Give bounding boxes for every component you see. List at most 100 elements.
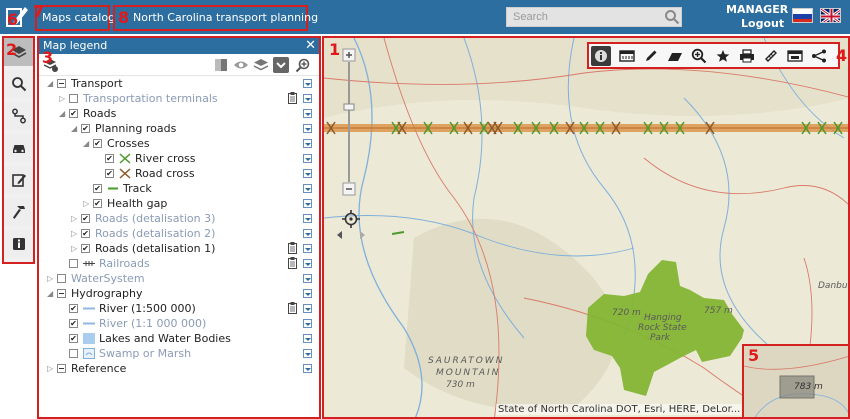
export-tool-button[interactable] [785,46,805,66]
collapse-arrow-icon[interactable]: ◢ [83,136,91,151]
legend-row[interactable]: ▷ ✔ Roads (detalisation 2) [39,226,319,241]
layer-checkbox[interactable]: ✔ [93,139,102,148]
layer-menu-icon[interactable] [303,124,312,133]
expand-arrow-icon[interactable]: ▷ [71,241,79,256]
legend-row[interactable]: ✔ Lakes and Water Bodies [39,331,319,346]
layers-filter-icon[interactable] [253,57,269,73]
legend-row[interactable]: Swamp or Marsh [39,346,319,361]
zoom-tool-button[interactable] [689,46,709,66]
search-input[interactable] [506,7,682,27]
expand-arrow-icon[interactable]: ▷ [47,361,55,376]
layer-menu-icon[interactable] [303,169,312,178]
pan-arrows-icon[interactable] [336,230,366,240]
legend-row[interactable]: ✔ River cross [39,151,319,166]
layer-checkbox[interactable]: ✔ [69,334,78,343]
legend-row[interactable]: ◢ ✔ Crosses [39,136,319,151]
layer-checkbox[interactable] [57,364,66,373]
legend-row[interactable]: ▷ ✔ Health gap [39,196,319,211]
layer-checkbox[interactable] [57,79,66,88]
clipboard-icon[interactable] [288,257,297,269]
pencil-tool-button[interactable] [641,46,661,66]
eraser-tool-button[interactable] [665,46,685,66]
legend-row[interactable]: ✔ Road cross [39,166,319,181]
search-icon[interactable] [664,9,680,25]
layer-menu-icon[interactable] [303,109,312,118]
info-tool-button[interactable] [591,46,611,66]
legend-row[interactable]: ✔ River (1:1 000 000) [39,316,319,331]
layer-checkbox[interactable]: ✔ [69,304,78,313]
layer-menu-icon[interactable] [303,214,312,223]
zoom-slider[interactable] [342,48,356,196]
expand-arrow-icon[interactable]: ▷ [71,226,79,241]
legend-row[interactable]: ▷ Transportation terminals [39,91,319,106]
expand-arrow-icon[interactable]: ▷ [83,196,91,211]
vehicle-button[interactable] [4,134,33,162]
layer-checkbox[interactable]: ✔ [81,244,90,253]
layer-menu-icon[interactable] [303,229,312,238]
locate-icon[interactable] [342,210,360,228]
layer-checkbox[interactable]: ✔ [105,169,114,178]
close-icon[interactable]: ✕ [305,38,316,54]
favorite-tool-button[interactable] [713,46,733,66]
layer-menu-icon[interactable] [303,154,312,163]
layer-checkbox[interactable]: ✔ [69,319,78,328]
columns-icon[interactable] [213,57,229,73]
eye-icon[interactable] [233,57,249,73]
layer-menu-icon[interactable] [303,334,312,343]
layer-checkbox[interactable]: ✔ [69,109,78,118]
clipboard-icon[interactable] [288,242,297,254]
clipboard-icon[interactable] [288,92,297,104]
search-tool-button[interactable] [4,70,33,98]
tools-button[interactable] [4,198,33,226]
route-button[interactable] [4,102,33,130]
layer-menu-icon[interactable] [303,349,312,358]
layer-checkbox[interactable] [57,289,66,298]
layer-menu-icon[interactable] [303,199,312,208]
uk-flag-icon[interactable] [820,8,841,23]
legend-row[interactable]: ◢ Transport [39,76,319,91]
clipboard-icon[interactable] [288,302,297,314]
ruler-tool-button[interactable] [761,46,781,66]
layer-checkbox[interactable]: ✔ [81,214,90,223]
legend-row[interactable]: ▷ ✔ Roads (detalisation 3) [39,211,319,226]
legend-row[interactable]: ✔ River (1:500 000) [39,301,319,316]
legend-row[interactable]: ▷ Reference [39,361,319,376]
legend-row[interactable]: ◢ Hydrography [39,286,319,301]
layer-menu-icon[interactable] [303,244,312,253]
layer-menu-icon[interactable] [303,94,312,103]
layer-menu-icon[interactable] [303,184,312,193]
layer-menu-icon[interactable] [303,364,312,373]
measure-tool-button[interactable] [617,46,637,66]
layer-menu-icon[interactable] [303,304,312,313]
chevron-down-icon[interactable] [273,57,289,73]
edit-button[interactable] [4,166,33,194]
legend-row[interactable]: ◢ ✔ Roads [39,106,319,121]
logout-link[interactable]: Logout [741,17,784,30]
share-tool-button[interactable] [809,46,829,66]
legend-row[interactable]: Railroads [39,256,319,271]
layer-menu-icon[interactable] [303,79,312,88]
layer-checkbox[interactable]: ✔ [105,154,114,163]
legend-row[interactable]: ▷ ✔ Roads (detalisation 1) [39,241,319,256]
collapse-arrow-icon[interactable]: ◢ [59,106,67,121]
collapse-arrow-icon[interactable]: ◢ [71,121,79,136]
legend-row[interactable]: ✔ Track [39,181,319,196]
layer-menu-icon[interactable] [303,274,312,283]
layer-checkbox[interactable]: ✔ [81,229,90,238]
zoom-to-layer-icon[interactable] [295,57,311,73]
maps-catalog-link[interactable]: Maps catalog [35,5,115,31]
layer-checkbox[interactable]: ✔ [93,199,102,208]
layer-checkbox[interactable]: ✔ [93,184,102,193]
layer-menu-icon[interactable] [303,319,312,328]
print-tool-button[interactable] [737,46,757,66]
layer-menu-icon[interactable] [303,259,312,268]
legend-row[interactable]: ▷ WaterSystem [39,271,319,286]
expand-arrow-icon[interactable]: ▷ [59,91,67,106]
layer-menu-icon[interactable] [303,139,312,148]
map-view[interactable]: Danbury SAURATOWN MOUNTAIN Hanging Rock … [322,36,850,419]
collapse-arrow-icon[interactable]: ◢ [47,286,55,301]
layer-checkbox[interactable] [69,94,78,103]
expand-arrow-icon[interactable]: ▷ [71,211,79,226]
layer-checkbox[interactable] [57,274,66,283]
collapse-arrow-icon[interactable]: ◢ [47,76,55,91]
